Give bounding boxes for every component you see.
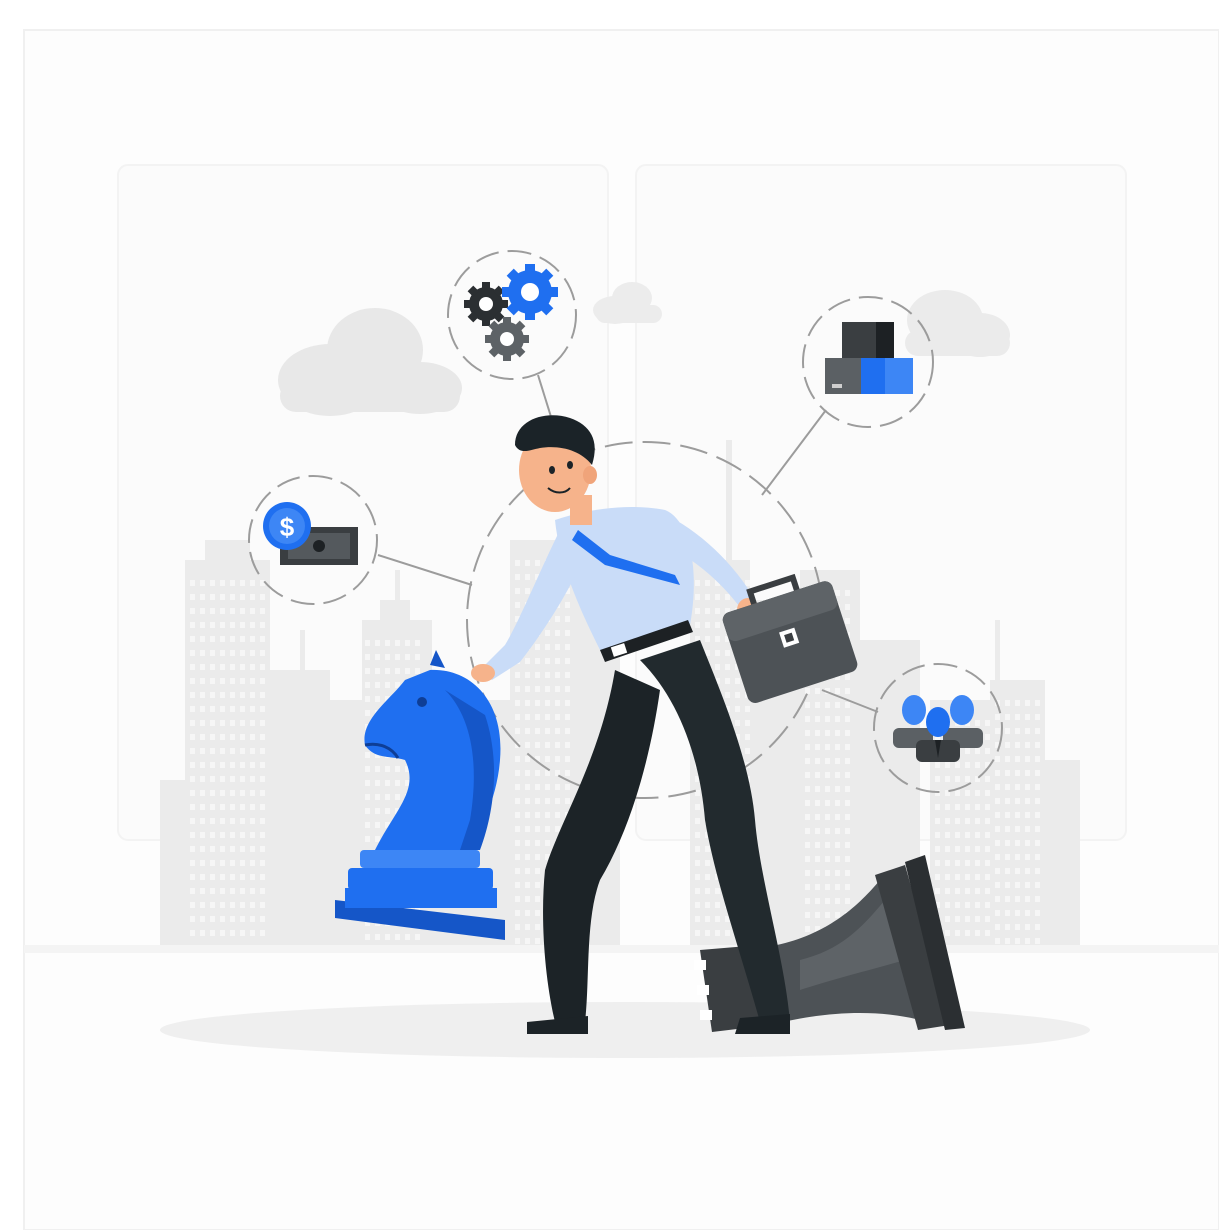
illustration-canvas: $ [0, 0, 1219, 1230]
ground [24, 945, 1219, 953]
business-strategy-illustration: $ [23, 29, 1219, 1230]
money-symbol: $ [280, 512, 295, 542]
